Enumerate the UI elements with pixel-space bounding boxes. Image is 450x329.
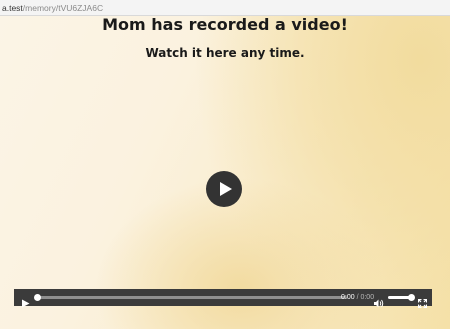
seek-bar[interactable] bbox=[34, 294, 347, 301]
url-path: /memory/tVU6ZJA6C bbox=[22, 3, 104, 13]
fullscreen-icon bbox=[417, 298, 428, 309]
volume-icon bbox=[374, 299, 384, 308]
play-icon bbox=[220, 182, 232, 196]
fullscreen-button[interactable] bbox=[417, 293, 428, 309]
page-subtitle: Watch it here any time. bbox=[145, 46, 305, 60]
time-display: 0:00 / 0:00 bbox=[341, 293, 374, 302]
play-button[interactable] bbox=[21, 293, 30, 308]
volume-slider[interactable] bbox=[388, 294, 415, 301]
big-play-button[interactable] bbox=[206, 171, 242, 207]
volume-thumb[interactable] bbox=[408, 294, 415, 301]
play-icon bbox=[22, 299, 30, 308]
page-title: Mom has recorded a video! bbox=[102, 15, 348, 34]
address-bar[interactable]: a.test/memory/tVU6ZJA6C bbox=[0, 0, 450, 16]
url-host: a.test bbox=[2, 3, 23, 13]
current-time: 0:00 bbox=[341, 294, 355, 301]
video-controls: 0:00 / 0:00 bbox=[14, 289, 432, 309]
duration: 0:00 bbox=[360, 294, 375, 301]
mute-button[interactable] bbox=[374, 293, 384, 308]
seek-thumb[interactable] bbox=[34, 294, 41, 301]
